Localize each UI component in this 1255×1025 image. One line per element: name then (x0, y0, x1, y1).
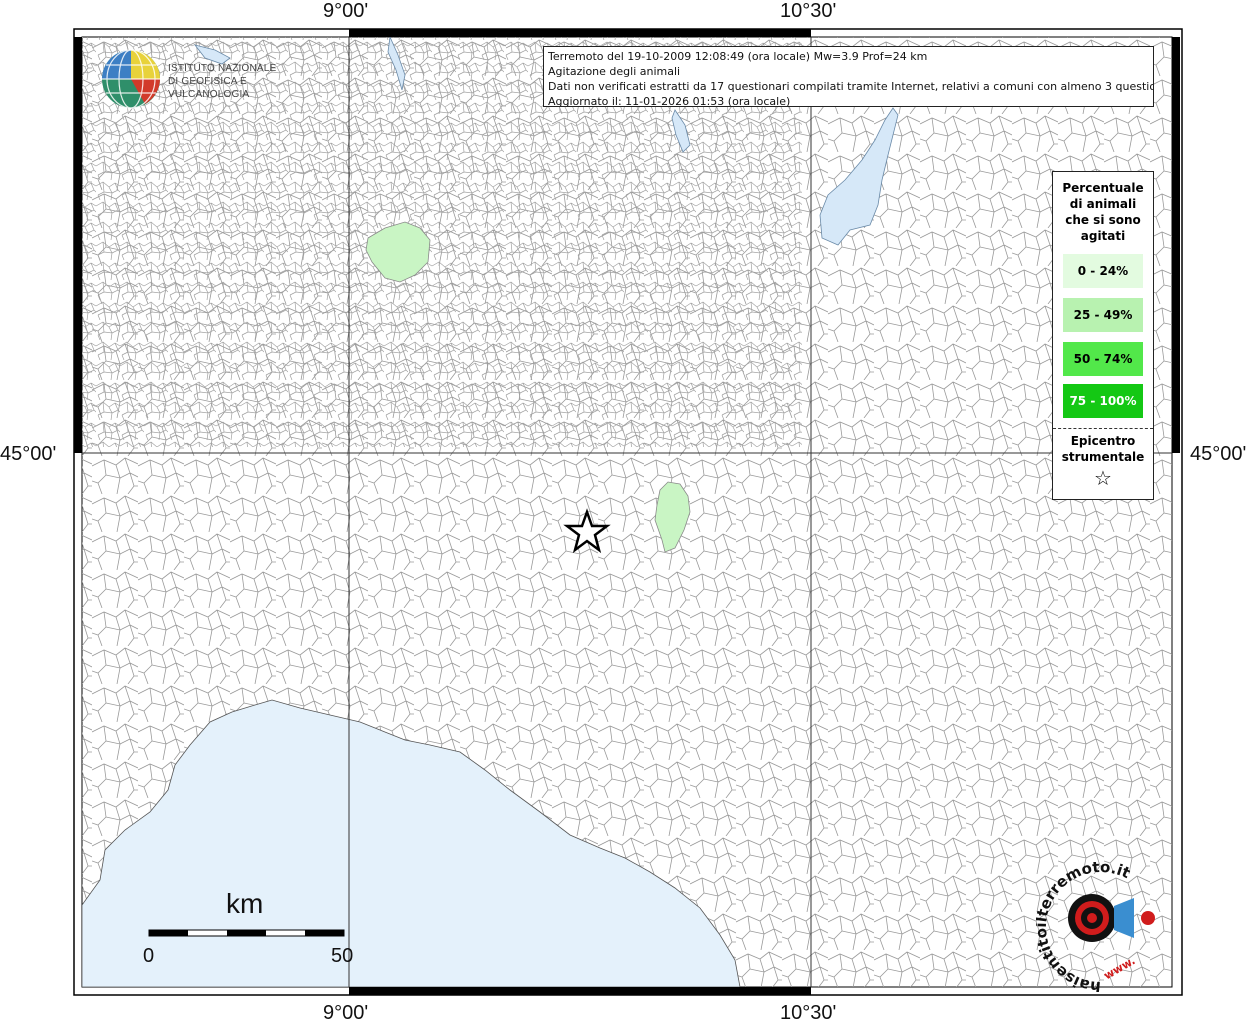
legend-class-label: 50 - 74% (1073, 352, 1133, 366)
legend-class-label: 0 - 24% (1077, 264, 1129, 278)
legend: Percentuale di animali che si sono agita… (1052, 171, 1154, 500)
scale-bar (148, 929, 345, 937)
ingv-logo: ISTITUTO NAZIONALE DI GEOFISICA E VULCAN… (100, 48, 320, 110)
legend-class-label: 75 - 100% (1069, 394, 1137, 408)
info-updated: Aggiornato il: 11-01-2026 01:53 (ora loc… (548, 95, 791, 107)
lat-label-left: 45°00' (0, 443, 57, 465)
ingv-globe-icon (102, 49, 160, 109)
legend-title-line: che si sono (1065, 213, 1141, 227)
legend-divider (1053, 428, 1153, 429)
legend-title-line: di animali (1069, 197, 1137, 211)
info-title: Terremoto del 19-10-2009 12:08:49 (ora l… (548, 50, 928, 63)
legend-epicenter: Epicentro strumentale (1053, 433, 1153, 465)
scale-min-label: 0 (143, 945, 155, 967)
legend-title-line: Percentuale (1062, 181, 1144, 195)
legend-class-0: 0 - 24% (1063, 254, 1143, 288)
haisentitoilterremoto-logo: haisentitoilterremoto.it www. (1032, 858, 1166, 996)
ingv-name-line2: DI GEOFISICA E VULCANOLOGIA (168, 76, 250, 100)
haisentitoilterremoto-icon: haisentitoilterremoto.it www. (1032, 858, 1155, 996)
legend-star-icon: ☆ (1094, 466, 1112, 490)
lon-label-top-right: 10°30' (780, 0, 837, 22)
legend-class-2: 50 - 74% (1063, 342, 1143, 376)
ingv-name-line1: ISTITUTO NAZIONALE (168, 63, 277, 74)
scale-max-label: 50 (331, 945, 354, 967)
lon-label-bottom-right: 10°30' (780, 1002, 837, 1024)
legend-title: Percentuale di animali che si sono agita… (1053, 180, 1153, 244)
legend-class-1: 25 - 49% (1063, 298, 1143, 332)
hst-www-text: www. (1102, 954, 1138, 982)
info-note: Dati non verificati estratti da 17 quest… (548, 80, 1154, 93)
info-box: Terremoto del 19-10-2009 12:08:49 (ora l… (543, 46, 1154, 107)
legend-class-label: 25 - 49% (1073, 308, 1133, 322)
legend-title-line: agitati (1080, 229, 1126, 243)
legend-class-3: 75 - 100% (1063, 384, 1143, 418)
lon-label-top-left: 9°00' (323, 0, 369, 22)
scale-unit: km (226, 888, 264, 919)
legend-epicenter-line: Epicentro (1070, 434, 1136, 448)
info-subtitle: Agitazione degli animali (548, 65, 681, 78)
lon-label-bottom-left: 9°00' (323, 1002, 369, 1024)
legend-epicenter-line: strumentale (1061, 450, 1145, 464)
lat-label-right: 45°00' (1190, 443, 1247, 465)
